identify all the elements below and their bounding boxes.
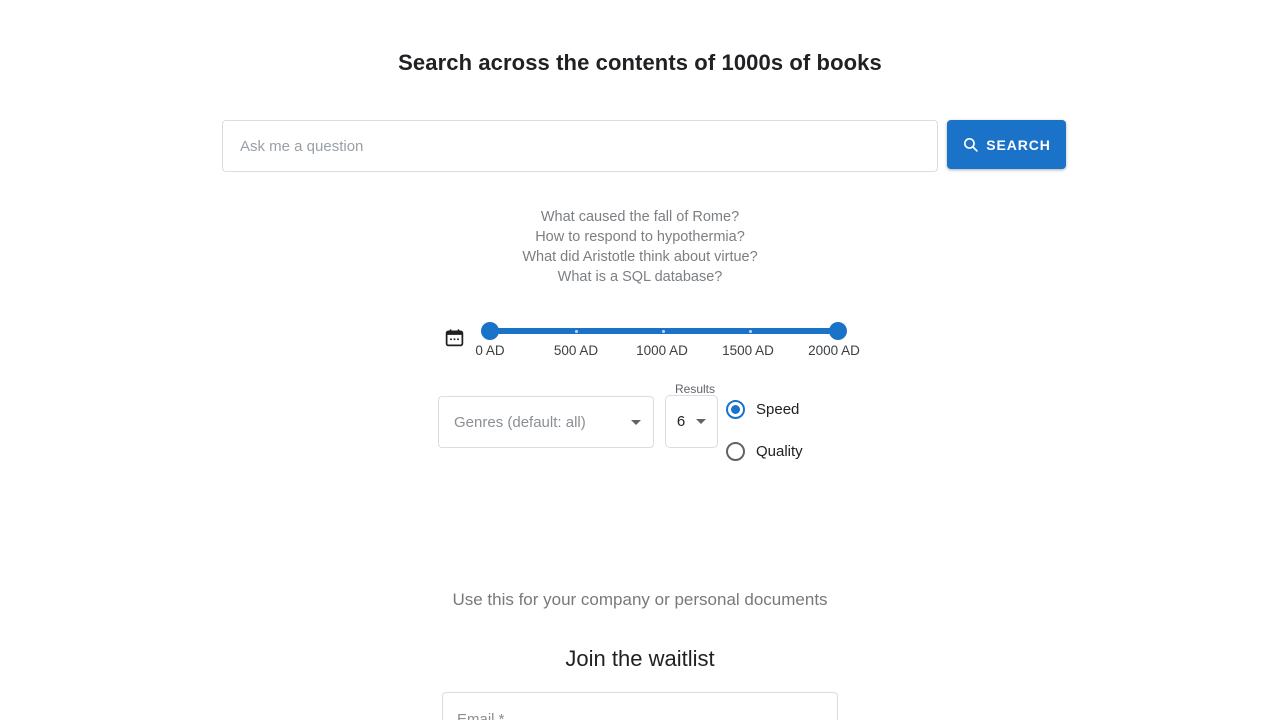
search-icon	[962, 136, 979, 153]
example-question[interactable]: What caused the fall of Rome?	[0, 207, 1280, 227]
example-question[interactable]: What did Aristotle think about virtue?	[0, 247, 1280, 267]
slider-tick-label: 0 AD	[475, 343, 504, 358]
results-select-legend: Results	[672, 382, 718, 396]
slider-thumb-start[interactable]	[481, 322, 499, 340]
mode-radio-group: Speed Quality	[726, 388, 856, 472]
search-field[interactable]	[222, 120, 938, 172]
genres-select[interactable]: Genres (default: all)	[438, 396, 654, 448]
email-field-label: Email *	[457, 711, 505, 720]
results-select-value: 6	[677, 413, 685, 430]
radio-option-quality[interactable]: Quality	[726, 430, 856, 472]
radio-label-quality: Quality	[756, 443, 803, 460]
search-input[interactable]	[238, 137, 922, 156]
slider-tick	[749, 330, 752, 333]
filters-row: Genres (default: all) Results 6 Speed Qu…	[438, 380, 858, 465]
radio-icon-selected	[726, 400, 745, 419]
waitlist-title: Join the waitlist	[0, 646, 1280, 672]
chevron-down-icon	[696, 419, 706, 424]
page-root: Search across the contents of 1000s of b…	[0, 0, 1280, 720]
slider-tick-label: 1500 AD	[722, 343, 774, 358]
chevron-down-icon	[631, 420, 641, 425]
genres-select-label: Genres (default: all)	[454, 414, 625, 431]
radio-option-speed[interactable]: Speed	[726, 388, 856, 430]
slider-tick-label: 500 AD	[554, 343, 598, 358]
results-select[interactable]: 6	[665, 395, 718, 448]
example-question[interactable]: How to respond to hypothermia?	[0, 227, 1280, 247]
example-questions: What caused the fall of Rome? How to res…	[0, 207, 1280, 287]
radio-icon-unselected	[726, 442, 745, 461]
slider-tick-label: 1000 AD	[636, 343, 688, 358]
search-button[interactable]: SEARCH	[947, 120, 1066, 169]
search-row: SEARCH	[222, 120, 1066, 174]
email-field[interactable]: Email *	[442, 692, 838, 720]
slider-tick-label: 2000 AD	[808, 343, 860, 358]
slider-tick	[575, 330, 578, 333]
radio-label-speed: Speed	[756, 401, 799, 418]
slider-tick	[662, 330, 665, 333]
search-button-label: SEARCH	[986, 137, 1051, 153]
slider-tick-labels: 0 AD 500 AD 1000 AD 1500 AD 2000 AD	[440, 343, 860, 361]
page-title: Search across the contents of 1000s of b…	[0, 50, 1280, 76]
waitlist-subtitle: Use this for your company or personal do…	[440, 584, 840, 616]
example-question[interactable]: What is a SQL database?	[0, 267, 1280, 287]
slider-thumb-end[interactable]	[829, 322, 847, 340]
date-range-slider: 0 AD 500 AD 1000 AD 1500 AD 2000 AD	[440, 315, 860, 365]
slider-track[interactable]	[490, 321, 838, 341]
